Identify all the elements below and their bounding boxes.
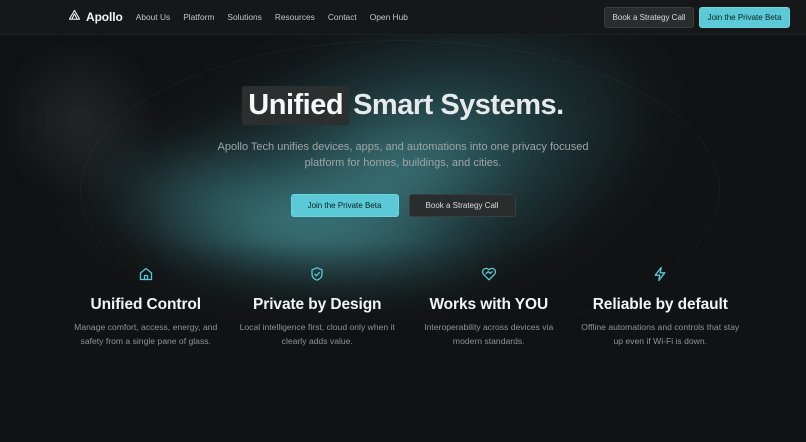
hero-subtitle: Apollo Tech unifies devices, apps, and a… (217, 141, 589, 169)
feature-title: Private by Design (253, 296, 382, 313)
feature-unified-control: Unified Control Manage comfort, access, … (60, 266, 232, 348)
brand-name: Apollo (86, 10, 123, 24)
feature-reliable-by-default: Reliable by default Offline automations … (575, 266, 747, 348)
hero-title: Unified Smart Systems. (0, 86, 806, 125)
feature-works-with-you: Works with YOU Interoperability across d… (403, 266, 575, 348)
features-grid: Unified Control Manage comfort, access, … (60, 266, 746, 348)
main-nav: About Us Platform Solutions Resources Co… (136, 12, 408, 22)
nav-link-open-hub[interactable]: Open Hub (370, 12, 408, 22)
heart-handshake-icon (481, 266, 497, 287)
brand[interactable]: Apollo (68, 8, 123, 26)
hero-book-strategy-call-button[interactable]: Book a Strategy Call (408, 194, 516, 217)
feature-description: Interoperability across devices via mode… (424, 322, 554, 346)
nav-link-about-us[interactable]: About Us (136, 12, 170, 22)
feature-title: Unified Control (90, 296, 202, 313)
top-navbar: Apollo About Us Platform Solutions Resou… (0, 0, 806, 35)
join-private-beta-button[interactable]: Join the Private Beta (699, 6, 790, 28)
header-actions: Book a Strategy Call Join the Private Be… (604, 6, 790, 28)
hero-join-private-beta-button[interactable]: Join the Private Beta (290, 194, 399, 217)
hero-background (0, 0, 806, 442)
nav-link-platform[interactable]: Platform (183, 12, 214, 22)
feature-description: Offline automations and controls that st… (581, 322, 740, 346)
feature-description: Manage comfort, access, energy, and safe… (74, 322, 218, 346)
hero-title-rest: Smart Systems. (353, 89, 564, 121)
book-strategy-call-button[interactable]: Book a Strategy Call (604, 6, 694, 28)
feature-description: Local intelligence first, cloud only whe… (239, 322, 395, 346)
feature-private-by-design: Private by Design Local intelligence fir… (232, 266, 404, 348)
hero-actions: Join the Private Beta Book a Strategy Ca… (0, 194, 806, 217)
feature-title: Reliable by default (592, 296, 728, 313)
hero-title-highlight: Unified (242, 86, 350, 125)
nav-link-solutions[interactable]: Solutions (227, 12, 261, 22)
hero-section: Unified Smart Systems. Apollo Tech unifi… (0, 86, 806, 217)
nav-link-resources[interactable]: Resources (275, 12, 315, 22)
shield-check-icon (309, 266, 325, 287)
home-icon (138, 266, 154, 287)
feature-title: Works with YOU (429, 296, 549, 313)
nav-link-contact[interactable]: Contact (328, 12, 357, 22)
apollo-logo-icon (68, 8, 81, 26)
lightning-icon (652, 266, 668, 287)
